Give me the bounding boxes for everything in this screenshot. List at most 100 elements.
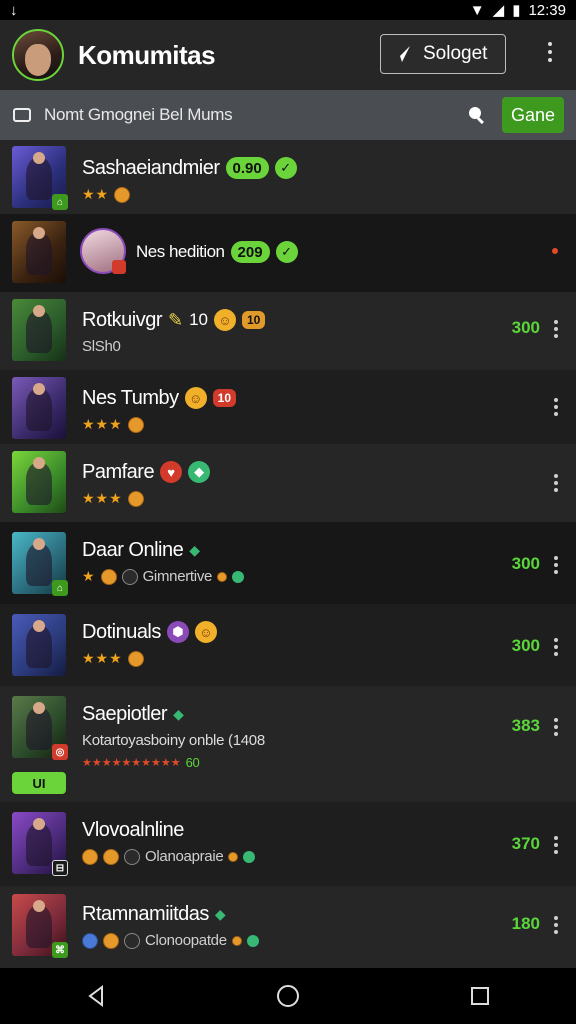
coin-icon <box>100 568 117 585</box>
list-item[interactable]: Rotkuivgr ✎ 10 ☺ 10 SlSh0 300 <box>0 292 576 370</box>
shield-icon: ⬢ <box>166 621 189 643</box>
rating-stars: ★★ <box>82 186 110 202</box>
search-icon[interactable] <box>466 104 488 126</box>
rating-stars: ★★★★★★★★★★ <box>82 757 181 769</box>
list-item[interactable]: ⌂ Daar Online ◆ ★ Gimnertive 300 <box>0 522 576 604</box>
overflow-menu-icon[interactable] <box>548 42 552 62</box>
page-title: Komumitas <box>78 39 216 70</box>
item-badge: 10 <box>212 389 237 407</box>
pencil-icon: ✎ <box>167 309 184 330</box>
back-button[interactable] <box>66 976 126 1016</box>
game-thumbnail <box>12 377 66 439</box>
game-thumbnail <box>12 614 66 676</box>
coin-icon <box>228 851 239 862</box>
row-menu-icon[interactable] <box>554 836 558 854</box>
gem-icon: ◆ <box>214 905 226 922</box>
row-menu-icon[interactable] <box>554 320 558 338</box>
suggest-button[interactable]: Sologet <box>380 34 506 74</box>
rating-stars: ★★★ <box>82 650 123 666</box>
coin-icon <box>217 571 228 582</box>
row-menu-icon[interactable] <box>554 916 558 934</box>
row-menu-icon[interactable] <box>554 398 558 416</box>
gem-icon <box>246 934 259 947</box>
list-item[interactable]: Nes Tumby ☺ 10 ★★★ <box>0 370 576 444</box>
item-name: Daar Online <box>82 538 184 561</box>
item-score: 300 <box>511 554 540 573</box>
rating-stars: ★★★ <box>82 416 123 432</box>
item-subtitle: Kotartoyasboiny onble (1408 <box>82 732 265 749</box>
unread-dot <box>552 248 558 254</box>
emoji-icon: ☺ <box>214 309 236 331</box>
item-score: 383 <box>511 716 540 735</box>
list-item[interactable]: Dotinuals ⬢ ☺ ★★★ 300 <box>0 604 576 686</box>
item-pill: 0.90 <box>225 157 269 179</box>
game-thumbnail <box>12 451 66 513</box>
community-list: ⌂ Sashaeiandmier 0.90 ✓ ★★ Nes hedition … <box>0 140 576 968</box>
item-name: Pamfare <box>82 460 155 483</box>
row-menu-icon[interactable] <box>554 718 558 736</box>
gem-icon: ◆ <box>189 541 200 558</box>
item-score: 370 <box>511 834 540 853</box>
emoji-icon: ☺ <box>184 387 207 409</box>
emoji-icon: ☺ <box>194 621 217 643</box>
search-button[interactable]: Gane <box>502 97 564 133</box>
gem-icon <box>243 850 256 863</box>
game-thumbnail: ⊟ <box>12 812 68 876</box>
item-name: Sashaeiandmier <box>82 156 220 179</box>
game-thumbnail: ⌂ <box>12 532 68 596</box>
item-count: 10 <box>189 310 208 329</box>
item-tag: 60 <box>185 755 200 770</box>
gem-icon <box>232 570 245 583</box>
coin-icon <box>103 848 119 865</box>
coin-icon <box>121 568 138 585</box>
list-item[interactable]: ⊟ Vlovoalnline Olanoapraie 370 <box>0 802 576 886</box>
coin-icon <box>103 932 119 949</box>
user-avatar <box>80 228 126 274</box>
item-pill: 209 <box>230 241 270 263</box>
send-icon <box>394 46 410 62</box>
game-thumbnail: ⌘ <box>12 894 68 958</box>
item-badge: 10 <box>242 311 266 329</box>
list-item[interactable]: Pamfare ♥ ◆ ★★★ <box>0 444 576 522</box>
list-item[interactable]: ⌘ Rtamnamiitdas ◆ Clonoopatde 180 <box>0 886 576 968</box>
coin-icon <box>82 848 98 865</box>
avatar[interactable] <box>12 29 64 81</box>
list-item[interactable]: ◎ UI Saepiotler ◆ Kotartoyasboiny onble … <box>0 686 576 802</box>
search-input[interactable]: Nomt Gmognei Bel Mums <box>44 105 466 125</box>
item-score: 300 <box>511 318 540 337</box>
row-menu-icon[interactable] <box>554 474 558 492</box>
suggest-label: Sologet <box>423 43 488 64</box>
battery-icon: ▮ <box>512 2 521 19</box>
signal-icon: ◢ <box>492 2 505 19</box>
coin-icon <box>231 935 242 946</box>
clock: 12:39 <box>528 1 566 19</box>
game-thumbnail <box>12 221 66 283</box>
status-bar: ↓ ▼ ◢ ▮ 12:39 <box>0 0 576 20</box>
wifi-icon: ▼ <box>469 1 485 19</box>
coin-icon <box>124 932 140 949</box>
row-menu-icon[interactable] <box>554 556 558 574</box>
item-name: Dotinuals <box>82 620 161 643</box>
item-score: 300 <box>511 636 540 655</box>
gem-icon: ◆ <box>188 461 211 483</box>
check-icon: ✓ <box>275 241 298 263</box>
item-subtitle: Olanoapraie <box>145 848 224 865</box>
heart-icon: ♥ <box>160 461 183 483</box>
game-thumbnail <box>12 299 66 361</box>
item-subtitle: Clonoopatde <box>145 932 227 949</box>
recents-button[interactable] <box>450 976 510 1016</box>
item-name: Nes hedition <box>136 242 225 261</box>
coin-icon <box>124 848 140 865</box>
home-button[interactable] <box>258 976 318 1016</box>
coin-icon <box>82 932 98 949</box>
row-menu-icon[interactable] <box>554 638 558 656</box>
ui-label: UI <box>12 772 66 794</box>
list-item[interactable]: ⌂ Sashaeiandmier 0.90 ✓ ★★ <box>0 140 576 214</box>
game-thumbnail: ◎ <box>12 696 68 760</box>
home-icon <box>277 985 299 1007</box>
list-item[interactable]: Nes hedition 209 ✓ <box>0 214 576 292</box>
app-bar: Komumitas Sologet <box>0 20 576 90</box>
rating-stars: ★ <box>82 568 96 584</box>
coin-icon <box>127 416 144 433</box>
item-score: 180 <box>511 914 540 933</box>
